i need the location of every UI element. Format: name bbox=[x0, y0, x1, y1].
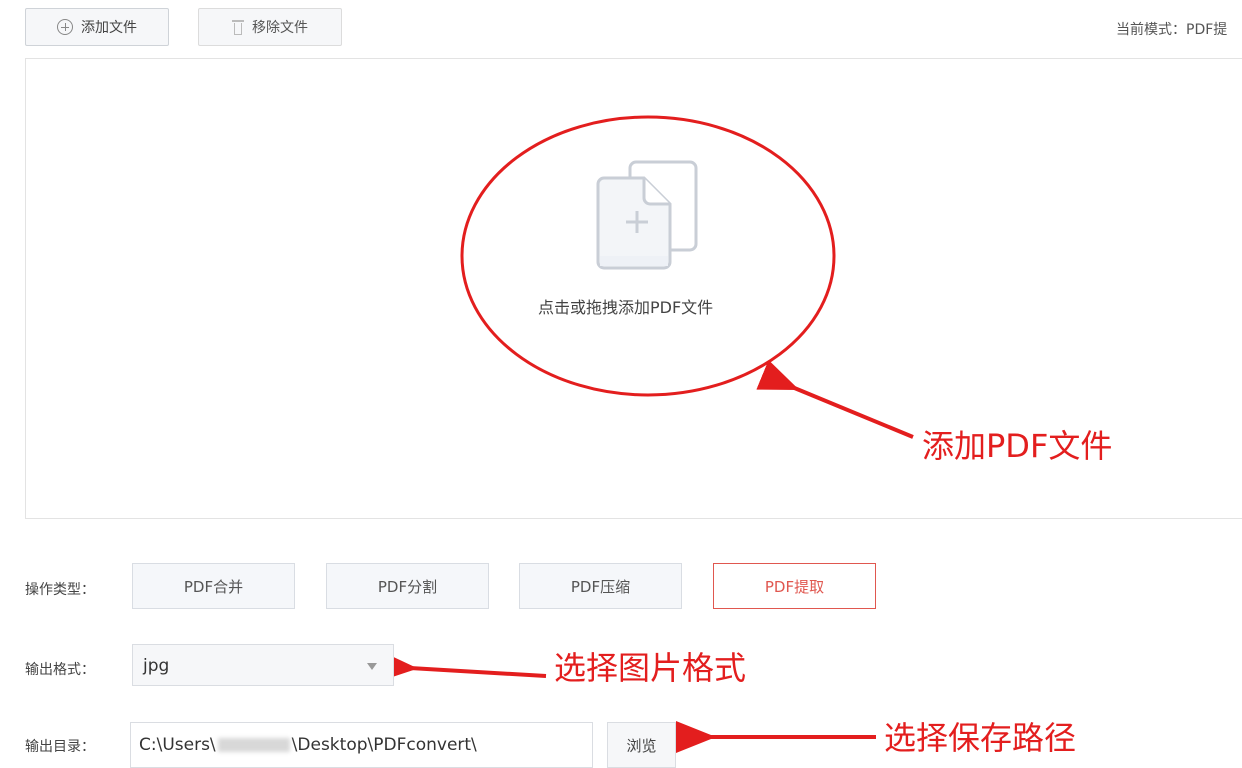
pdf-compress-button[interactable]: PDF压缩 bbox=[519, 563, 682, 609]
output-format-label: 输出格式： bbox=[25, 662, 95, 678]
output-format-select[interactable]: jpg bbox=[132, 644, 394, 686]
add-file-label: 添加文件 bbox=[81, 20, 137, 36]
add-document-icon bbox=[596, 160, 698, 270]
output-dir-prefix: C:\Users\ bbox=[139, 735, 216, 755]
pdf-extract-button[interactable]: PDF提取 bbox=[713, 563, 876, 609]
arrow-to-format bbox=[377, 650, 547, 683]
redacted-username bbox=[217, 738, 290, 752]
output-dir-input[interactable]: C:\Users\ \Desktop\PDFconvert\ bbox=[130, 722, 593, 768]
annotation-choose-path: 选择保存路径 bbox=[884, 719, 1077, 757]
current-mode-label: 当前模式：PDF提 bbox=[1116, 22, 1228, 38]
remove-file-label: 移除文件 bbox=[252, 20, 308, 36]
pdf-split-button[interactable]: PDF分割 bbox=[326, 563, 489, 609]
add-file-button[interactable]: 添加文件 bbox=[25, 8, 169, 46]
operation-type-label: 操作类型： bbox=[25, 582, 95, 598]
remove-file-button[interactable]: 移除文件 bbox=[198, 8, 342, 46]
annotation-add-pdf: 添加PDF文件 bbox=[922, 427, 1113, 465]
output-dir-label: 输出目录： bbox=[25, 739, 95, 755]
dropdown-caret-icon bbox=[367, 663, 377, 670]
drop-zone-hint: 点击或拖拽添加PDF文件 bbox=[538, 298, 714, 317]
annotation-choose-format: 选择图片格式 bbox=[554, 649, 747, 687]
browse-button[interactable]: 浏览 bbox=[607, 722, 676, 768]
add-circle-icon bbox=[57, 19, 73, 35]
pdf-merge-button[interactable]: PDF合并 bbox=[132, 563, 295, 609]
output-dir-suffix: \Desktop\PDFconvert\ bbox=[291, 735, 477, 755]
output-format-value: jpg bbox=[143, 656, 170, 676]
trash-icon bbox=[232, 19, 244, 35]
